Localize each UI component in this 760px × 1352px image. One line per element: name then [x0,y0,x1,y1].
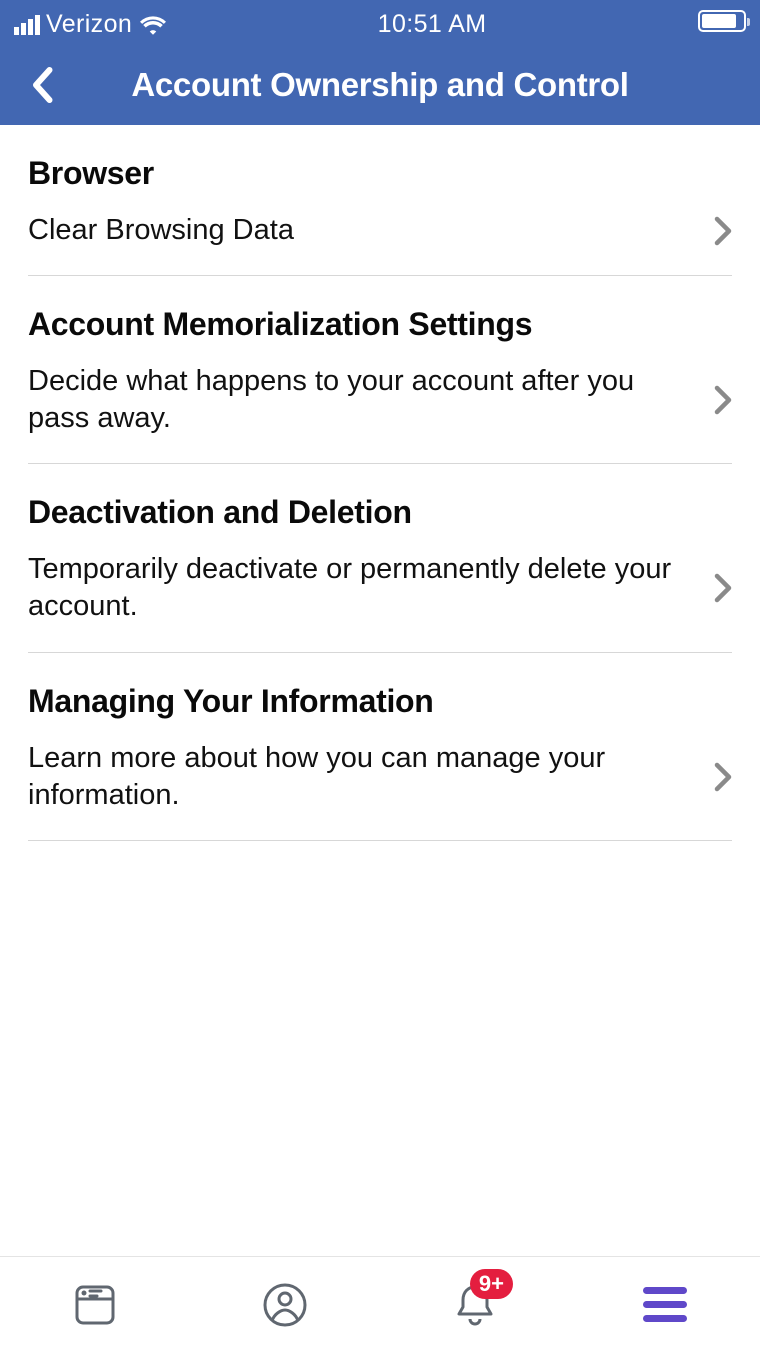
section-browser: Browser Clear Browsing Data [28,125,732,276]
row-label: Learn more about how you can manage your… [28,740,696,814]
section-title: Account Memorialization Settings [28,306,732,343]
chevron-right-icon [714,385,732,415]
status-right [698,10,746,39]
section-title: Deactivation and Deletion [28,494,732,531]
feed-icon [71,1281,119,1329]
section-memorialization: Account Memorialization Settings Decide … [28,276,732,464]
row-label: Decide what happens to your account afte… [28,363,696,437]
status-bar: Verizon 10:51 AM [0,6,760,45]
chevron-right-icon [714,216,732,246]
nav-bar: Account Ownership and Control [0,45,760,125]
tab-notifications[interactable]: 9+ [445,1275,505,1335]
row-label: Temporarily deactivate or permanently de… [28,551,696,625]
row-label: Clear Browsing Data [28,212,696,249]
profile-icon [261,1281,309,1329]
section-title: Managing Your Information [28,683,732,720]
menu-icon [643,1287,687,1322]
row-managing-information[interactable]: Learn more about how you can manage your… [28,740,732,814]
row-memorialization[interactable]: Decide what happens to your account afte… [28,363,732,437]
header: Verizon 10:51 AM Account Ownership and C… [0,0,760,125]
chevron-left-icon [30,67,54,103]
back-button[interactable] [22,65,62,105]
signal-icon [14,15,40,35]
tab-feed[interactable] [65,1275,125,1335]
chevron-right-icon [714,573,732,603]
content: Browser Clear Browsing Data Account Memo… [0,125,760,1256]
tab-bar: 9+ [0,1256,760,1352]
carrier-label: Verizon [46,10,132,39]
clock-label: 10:51 AM [378,10,487,39]
page-title: Account Ownership and Control [131,66,628,104]
section-title: Browser [28,155,732,192]
tab-profile[interactable] [255,1275,315,1335]
wifi-icon [140,15,166,35]
chevron-right-icon [714,762,732,792]
row-deactivation-deletion[interactable]: Temporarily deactivate or permanently de… [28,551,732,625]
tab-menu[interactable] [635,1275,695,1335]
status-left: Verizon [14,10,166,39]
row-clear-browsing-data[interactable]: Clear Browsing Data [28,212,732,249]
section-deactivation: Deactivation and Deletion Temporarily de… [28,464,732,652]
section-managing-info: Managing Your Information Learn more abo… [28,653,732,841]
notification-badge: 9+ [470,1269,513,1299]
battery-icon [698,10,746,32]
